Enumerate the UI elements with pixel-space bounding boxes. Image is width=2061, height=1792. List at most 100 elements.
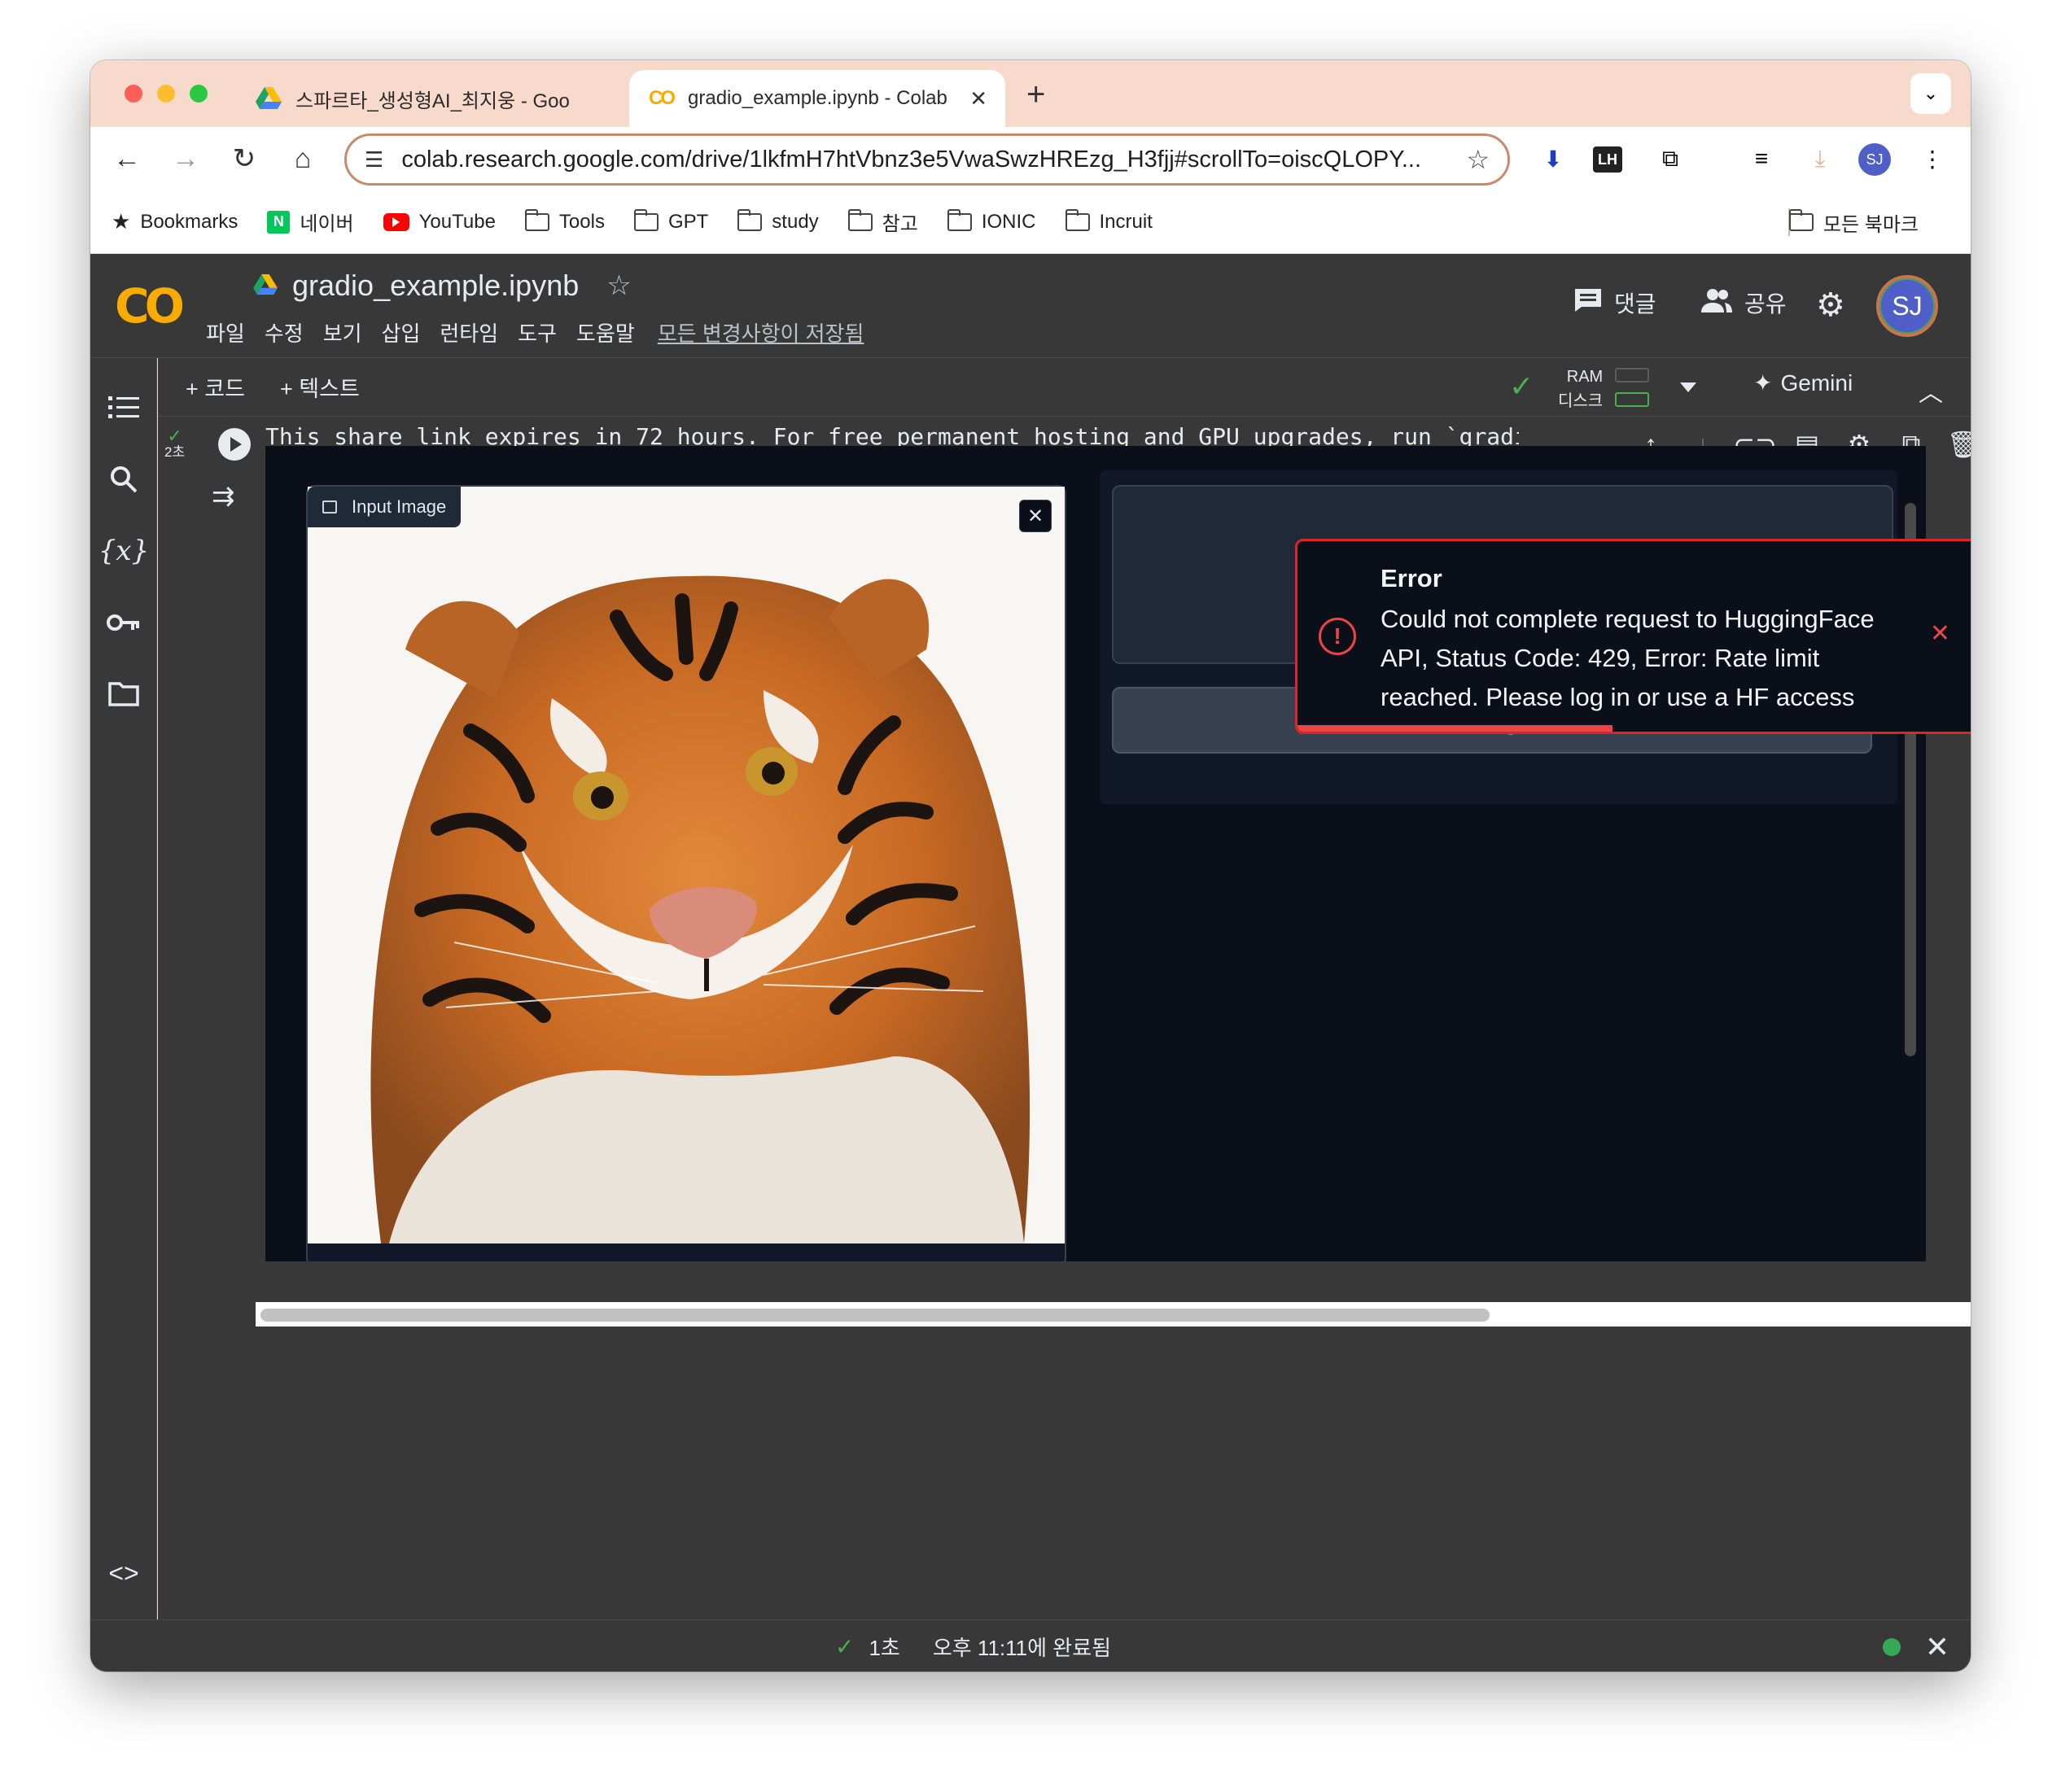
google-drive-icon[interactable] [253, 269, 278, 303]
menu-view[interactable]: 보기 [323, 317, 362, 347]
runtime-dropdown-icon[interactable] [1680, 382, 1696, 392]
bookmark-item[interactable]: ★ Bookmarks [112, 209, 238, 234]
tab-colab[interactable]: CO gradio_example.ipynb - Colab ✕ [629, 70, 1005, 127]
bookmark-label: YouTube [418, 210, 496, 233]
site-settings-icon[interactable]: ☰ [365, 147, 383, 173]
youtube-icon [383, 212, 409, 231]
bookmark-item[interactable]: Tools [524, 208, 605, 234]
close-window-button[interactable] [125, 85, 142, 103]
bookmark-label: Bookmarks [140, 210, 238, 233]
share-button[interactable]: 공유 [1700, 286, 1787, 319]
clear-image-button[interactable]: ✕ [1019, 500, 1052, 532]
bookmark-star-icon[interactable]: ☆ [1466, 144, 1490, 175]
notebook-toolbar: + 코드 + 텍스트 ✓ RAM 디스크 ✦ Gemini ︿ [158, 358, 1971, 417]
add-text-button[interactable]: + 텍스트 [280, 371, 360, 403]
comments-button[interactable]: 댓글 [1573, 286, 1656, 319]
gemini-button[interactable]: ✦ Gemini [1753, 369, 1853, 396]
maximize-window-button[interactable] [190, 85, 208, 103]
extension-lh-icon[interactable]: LH [1593, 146, 1622, 173]
chevron-up-icon[interactable]: ︿ [1919, 373, 1943, 409]
code-snippets-icon[interactable]: <> [103, 1553, 144, 1593]
reload-button[interactable]: ↻ [224, 138, 265, 179]
completed-time: 오후 11:11에 완료됨 [932, 1636, 1112, 1660]
arrow-left-icon: ← [113, 142, 141, 174]
folder-icon [633, 208, 659, 231]
resource-labels[interactable]: RAM 디스크 [1558, 365, 1603, 413]
input-image-label: Input Image [308, 487, 462, 527]
add-code-button[interactable]: + 코드 [186, 371, 245, 403]
files-folder-icon[interactable] [103, 674, 144, 715]
menu-insert[interactable]: 삽입 [382, 317, 421, 347]
tiger-image [308, 487, 1065, 1243]
bookmark-item[interactable]: YouTube [383, 211, 496, 234]
menu-runtime[interactable]: 런타임 [440, 317, 498, 347]
ram-label: RAM [1566, 368, 1604, 386]
user-avatar[interactable]: SJ [1876, 275, 1938, 337]
extensions-puzzle-icon[interactable]: ⧉ [1652, 140, 1689, 177]
extension-download-icon[interactable]: ⬇ [1534, 140, 1572, 177]
all-bookmarks-button[interactable]: 모든 북마크 [1788, 190, 1919, 254]
downloads-icon[interactable]: ⤓ [1801, 140, 1839, 177]
new-tab-button[interactable]: + [1026, 76, 1045, 113]
settings-button[interactable]: ⚙ [1816, 286, 1845, 324]
forward-button[interactable]: → [165, 138, 206, 179]
tab-search-button[interactable]: ⌄ [1910, 73, 1951, 114]
browser-menu-icon[interactable]: ⋮ [1914, 140, 1951, 177]
share-label: 공유 [1744, 291, 1787, 317]
minimize-window-button[interactable] [157, 85, 175, 103]
error-message: Could not complete request to HuggingFac… [1381, 605, 1875, 732]
bookmark-item[interactable]: GPT [633, 208, 708, 234]
address-bar[interactable]: ☰ colab.research.google.com/drive/1lkfmH… [344, 133, 1510, 186]
output-actions-icon[interactable]: ⇉ [212, 480, 235, 513]
check-icon: ✓ [835, 1634, 855, 1659]
media-controls-icon[interactable]: ≡ [1743, 140, 1780, 177]
tab-title: 스파르타_생성형AI_최지웅 - Goo [295, 90, 570, 112]
bookmark-item[interactable]: IONIC [947, 208, 1036, 234]
execution-time: 2초 [164, 444, 186, 460]
notebook-title[interactable]: gradio_example.ipynb [292, 269, 579, 303]
variables-icon[interactable]: {x} [98, 531, 149, 571]
menu-tools[interactable]: 도구 [518, 317, 557, 347]
bookmark-label: Tools [558, 210, 605, 233]
bookmark-item[interactable]: 참고 [847, 208, 918, 236]
close-icon: ✕ [1026, 505, 1044, 527]
menu-help[interactable]: 도움말 [576, 317, 635, 347]
check-icon: ✓ [167, 426, 182, 446]
execution-summary: ✓ 1초 오후 11:11에 완료됨 [835, 1632, 1111, 1662]
table-of-contents-icon[interactable] [103, 387, 144, 428]
key-icon[interactable] [103, 602, 144, 643]
menu-edit[interactable]: 수정 [265, 317, 304, 347]
close-toast-button[interactable]: ✕ [1930, 619, 1950, 648]
trash-icon[interactable]: 🗑 [1937, 429, 1971, 460]
input-image-panel[interactable]: Input Image ✕ [306, 485, 1066, 1261]
error-title: Error [1381, 564, 1442, 592]
close-tab-icon[interactable]: ✕ [969, 86, 987, 111]
bookmark-item[interactable]: N 네이버 [267, 208, 354, 236]
bookmarks-bar: ★ Bookmarks N 네이버 YouTube Tools GPT study … [90, 190, 1971, 254]
connected-check-icon: ✓ [1509, 369, 1534, 403]
bookmark-label: 네이버 [300, 213, 354, 235]
connection-status-icon [1883, 1638, 1901, 1656]
url-text[interactable]: colab.research.google.com/drive/1lkfmH7h… [401, 146, 1458, 173]
save-status-link[interactable]: 모든 변경사항이 저장됨 [658, 317, 864, 347]
disk-label: 디스크 [1558, 392, 1604, 410]
colab-logo[interactable]: CO [115, 278, 185, 334]
star-icon[interactable]: ☆ [606, 269, 631, 302]
home-button[interactable]: ⌂ [282, 138, 323, 179]
back-button[interactable]: ← [107, 138, 147, 179]
star-icon: ★ [112, 209, 131, 234]
folder-icon [847, 208, 873, 231]
folder-icon [737, 208, 763, 231]
horizontal-scrollbar[interactable] [256, 1302, 1971, 1327]
scrollbar-thumb[interactable] [260, 1309, 1490, 1322]
profile-avatar[interactable]: SJ [1858, 143, 1891, 176]
bookmark-item[interactable]: study [737, 208, 819, 234]
run-cell-button[interactable] [218, 428, 251, 461]
close-icon[interactable]: ✕ [1925, 1630, 1949, 1664]
gear-icon: ⚙ [1816, 287, 1845, 323]
execution-status: ✓ 2초 [164, 426, 186, 461]
menu-file[interactable]: 파일 [206, 317, 245, 347]
browser-window: 스파르타_생성형AI_최지웅 - Goo ✕ CO gradio_example… [90, 60, 1971, 1672]
search-icon[interactable] [103, 459, 144, 500]
bookmark-item[interactable]: Incruit [1065, 208, 1153, 234]
